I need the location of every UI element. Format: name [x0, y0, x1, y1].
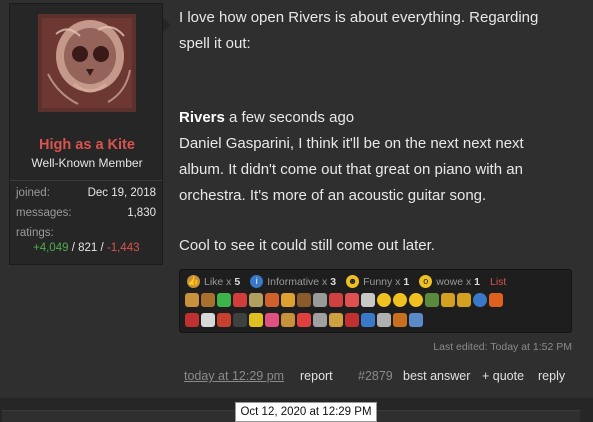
user-title: Well-Known Member [31, 156, 143, 170]
bathtub-reaction-icon[interactable] [361, 293, 375, 307]
football-reaction-icon[interactable] [297, 293, 311, 307]
avatar-skull-image [38, 14, 136, 112]
informative-count: 3 [330, 275, 337, 288]
avatar[interactable] [38, 14, 136, 112]
agree-reaction-icon[interactable] [217, 293, 231, 307]
crab-reaction-icon[interactable] [217, 313, 231, 327]
radioactive-reaction-icon[interactable] [249, 313, 263, 327]
ratings-positive: +4,049 [33, 242, 69, 254]
dislike-reaction-icon[interactable] [201, 293, 215, 307]
joined-label: joined: [16, 187, 50, 199]
eye-reaction-icon[interactable] [409, 313, 423, 327]
funny-label: Funny x [363, 275, 401, 288]
ratings-neutral: 821 [78, 242, 98, 254]
quote-header: Rivers a few seconds ago [179, 105, 579, 131]
ratings-sep: / [97, 242, 107, 254]
funny-count: 1 [403, 275, 410, 288]
wand-reaction-icon[interactable] [329, 313, 343, 327]
knife-reaction-icon[interactable] [313, 313, 327, 327]
wowe-icon: o [419, 275, 433, 288]
message-closing: Cool to see it could still come out late… [179, 237, 435, 254]
trash-reaction-icon[interactable] [377, 313, 391, 327]
user-name[interactable]: High as a Kite [10, 137, 164, 153]
ratings-value: +4,049 / 821 / -1,443 [33, 242, 139, 254]
like-count: 5 [234, 275, 241, 288]
wowe-label: wowe x [436, 275, 472, 288]
spellcheck-reaction-icon[interactable] [361, 313, 375, 327]
reaction-wowe[interactable]: wowe x 1 [436, 276, 480, 288]
informative-icon: i [250, 275, 264, 288]
last-edited: Last edited: Today at 1:52 PM [433, 341, 572, 353]
wowe-count: 1 [474, 275, 480, 288]
like-reaction-icon[interactable] [185, 293, 199, 307]
messages-value: 1,830 [127, 207, 156, 219]
disc-reaction-icon[interactable] [313, 293, 327, 307]
guitar-reaction-icon[interactable] [281, 293, 295, 307]
user-card-arrow [163, 18, 171, 32]
trophy-reaction-icon[interactable] [249, 293, 263, 307]
user-card: High as a Kite Well-Known Member joined:… [9, 3, 163, 265]
report-link[interactable]: report [300, 369, 333, 383]
like-label: Like x [204, 275, 232, 288]
reaction-summary: 👍 Like x 5 i Informative x 3 ☻ Funny x 1… [187, 275, 506, 288]
flag-reaction-icon[interactable] [345, 293, 359, 307]
reactions-bar: 👍 Like x 5 i Informative x 3 ☻ Funny x 1… [179, 269, 572, 333]
pill-reaction-icon[interactable] [201, 313, 215, 327]
like-icon: 👍 [187, 275, 200, 288]
post-time-link[interactable]: today at 12:29 pm [184, 369, 284, 383]
quote-author[interactable]: Rivers [179, 109, 225, 126]
ratings-sep: / [68, 242, 79, 254]
divider [10, 180, 162, 181]
quote-line: Daniel Gasparini, I think it'll be on th… [179, 135, 524, 152]
message-line: I love how open Rivers is about everythi… [179, 9, 539, 26]
best-answer-link[interactable]: best answer [403, 369, 470, 383]
reply-link[interactable]: reply [538, 369, 565, 383]
box-reaction-icon[interactable] [393, 313, 407, 327]
shocked-reaction-icon[interactable] [393, 293, 407, 307]
crown-reaction-icon[interactable] [457, 293, 471, 307]
message-line: spell it out: [179, 35, 251, 52]
quote-line: album. It didn't come out that great on … [179, 161, 523, 178]
timestamp-tooltip: Oct 12, 2020 at 12:29 PM [235, 402, 377, 422]
informative-label: Informative x [267, 275, 328, 288]
grin-reaction-icon[interactable] [409, 293, 423, 307]
bucket-reaction-icon[interactable] [329, 293, 343, 307]
ratings-negative: -1,443 [106, 242, 140, 254]
joined-value: Dec 19, 2018 [87, 187, 156, 199]
reaction-informative[interactable]: Informative x 3 [267, 276, 336, 288]
quote-link[interactable]: + quote [482, 369, 524, 383]
figure-reaction-icon[interactable] [425, 293, 439, 307]
reaction-like[interactable]: Like x 5 [204, 276, 240, 288]
messages-label: messages: [16, 207, 72, 219]
reaction-picker-row [185, 313, 423, 327]
clock-reaction-icon[interactable] [345, 313, 359, 327]
rose-reaction-icon[interactable] [185, 313, 199, 327]
spider-reaction-icon[interactable] [233, 313, 247, 327]
disagree-reaction-icon[interactable] [233, 293, 247, 307]
post-number-link[interactable]: #2879 [358, 369, 393, 383]
rainbow-reaction-icon[interactable] [297, 313, 311, 327]
quote-time: a few seconds ago [224, 109, 355, 126]
info-reaction-icon[interactable] [473, 293, 487, 307]
smiley-reaction-icon[interactable] [377, 293, 391, 307]
crown-reaction-icon[interactable] [441, 293, 455, 307]
reactions-list-link[interactable]: List [490, 276, 506, 288]
reaction-picker-row [185, 293, 503, 307]
heart-reaction-icon[interactable] [265, 313, 279, 327]
funny-icon: ☻ [346, 275, 360, 288]
ratings-label: ratings: [16, 227, 54, 239]
fire-reaction-icon[interactable] [489, 293, 503, 307]
quote-line: orchestra. It's more of an acoustic guit… [179, 187, 487, 204]
reaction-funny[interactable]: Funny x 1 [363, 276, 409, 288]
wrench-reaction-icon[interactable] [281, 313, 295, 327]
gift-reaction-icon[interactable] [265, 293, 279, 307]
post: High as a Kite Well-Known Member joined:… [0, 0, 593, 398]
